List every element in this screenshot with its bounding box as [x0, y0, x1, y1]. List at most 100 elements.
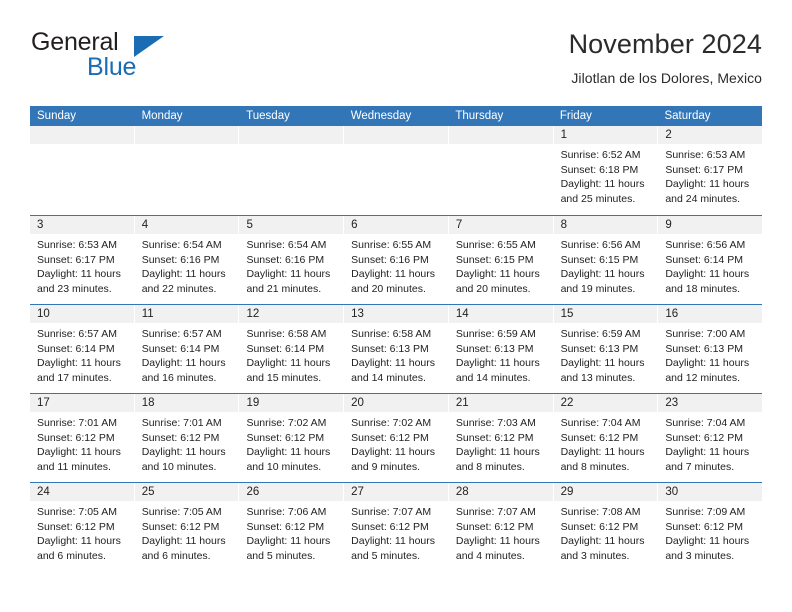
day-details: Sunrise: 6:55 AM Sunset: 6:15 PM Daylight:…: [449, 234, 553, 296]
calendar-day-cell[interactable]: 15 Sunrise: 6:59 AM Sunset: 6:13 PM Dayligh…: [553, 305, 659, 393]
calendar-day-cell[interactable]: 24 Sunrise: 7:05 AM Sunset: 6:12 PM Dayligh…: [30, 483, 135, 571]
calendar-day-cell[interactable]: 2 Sunrise: 6:53 AM Sunset: 6:17 PM Daylight…: [658, 126, 763, 215]
daylight-duration-line1: Daylight: 11 hours: [455, 357, 540, 370]
logo-triangle-icon: [134, 36, 164, 57]
daylight-duration-line1: Daylight: 11 hours: [560, 446, 645, 459]
daylight-duration-line1: Daylight: 11 hours: [665, 535, 750, 548]
day-details: Sunrise: 7:05 AM Sunset: 6:12 PM Daylight:…: [30, 501, 134, 563]
sunset-time: Sunset: 6:12 PM: [351, 431, 429, 444]
day-number: [344, 126, 448, 144]
sunrise-time: Sunrise: 7:00 AM: [665, 328, 746, 340]
sunset-time: Sunset: 6:16 PM: [351, 253, 429, 266]
calendar-day-cell[interactable]: 23 Sunrise: 7:04 AM Sunset: 6:12 PM Dayligh…: [658, 394, 763, 482]
calendar-day-cell[interactable]: 18 Sunrise: 7:01 AM Sunset: 6:12 PM Dayligh…: [134, 394, 240, 482]
daylight-duration-line1: Daylight: 11 hours: [665, 268, 750, 281]
sunset-time: Sunset: 6:15 PM: [455, 253, 534, 266]
logo-text-general: General: [31, 28, 119, 56]
daylight-duration-line1: Daylight: 11 hours: [351, 446, 436, 459]
calendar-day-cell[interactable]: 14 Sunrise: 6:59 AM Sunset: 6:13 PM Dayligh…: [448, 305, 554, 393]
sunrise-time: Sunrise: 7:03 AM: [455, 417, 536, 429]
sunset-time: Sunset: 6:13 PM: [665, 342, 743, 355]
calendar-day-cell[interactable]: 20 Sunrise: 7:02 AM Sunset: 6:12 PM Dayligh…: [344, 394, 449, 482]
daylight-duration-line1: Daylight: 11 hours: [455, 268, 540, 281]
day-number: 25: [134, 483, 239, 501]
calendar-day-cell[interactable]: 3 Sunrise: 6:53 AM Sunset: 6:17 PM Daylight…: [30, 216, 135, 304]
sunset-time: Sunset: 6:13 PM: [351, 342, 429, 355]
calendar-day-cell[interactable]: 17 Sunrise: 7:01 AM Sunset: 6:12 PM Dayligh…: [30, 394, 135, 482]
daylight-duration-line1: Daylight: 11 hours: [246, 268, 331, 281]
calendar-day-cell[interactable]: 11 Sunrise: 6:57 AM Sunset: 6:14 PM Dayligh…: [134, 305, 240, 393]
calendar-day-cell[interactable]: 29 Sunrise: 7:08 AM Sunset: 6:12 PM Dayligh…: [553, 483, 659, 571]
calendar-day-cell[interactable]: 21 Sunrise: 7:03 AM Sunset: 6:12 PM Dayligh…: [448, 394, 554, 482]
day-number: 12: [239, 305, 344, 323]
daylight-duration-line2: and 10 minutes.: [246, 460, 322, 473]
daylight-duration-line1: Daylight: 11 hours: [560, 357, 645, 370]
day-number: 27: [344, 483, 448, 501]
day-details: Sunrise: 6:59 AM Sunset: 6:13 PM Daylight:…: [449, 323, 553, 385]
daylight-duration-line2: and 8 minutes.: [455, 460, 525, 473]
calendar-day-cell[interactable]: 4 Sunrise: 6:54 AM Sunset: 6:16 PM Daylight…: [134, 216, 240, 304]
calendar-day-cell[interactable]: 27 Sunrise: 7:07 AM Sunset: 6:12 PM Dayligh…: [344, 483, 449, 571]
calendar-week-row: 3 Sunrise: 6:53 AM Sunset: 6:17 PM Daylight…: [30, 215, 763, 304]
calendar-day-cell[interactable]: 28 Sunrise: 7:07 AM Sunset: 6:12 PM Dayligh…: [448, 483, 554, 571]
daylight-duration-line2: and 14 minutes.: [351, 371, 426, 384]
calendar-day-cell[interactable]: 22 Sunrise: 7:04 AM Sunset: 6:12 PM Dayligh…: [553, 394, 659, 482]
day-details: Sunrise: 7:01 AM Sunset: 6:12 PM Daylight:…: [30, 412, 134, 474]
daylight-duration-line1: Daylight: 11 hours: [665, 446, 750, 459]
day-number: 6: [344, 216, 448, 234]
calendar-day-cell[interactable]: 13 Sunrise: 6:58 AM Sunset: 6:13 PM Dayligh…: [344, 305, 449, 393]
sunrise-time: Sunrise: 6:54 AM: [246, 239, 327, 251]
daylight-duration-line1: Daylight: 11 hours: [560, 268, 645, 281]
day-number: 8: [553, 216, 658, 234]
calendar-day-cell[interactable]: 25 Sunrise: 7:05 AM Sunset: 6:12 PM Dayligh…: [134, 483, 240, 571]
sunset-time: Sunset: 6:15 PM: [560, 253, 639, 266]
calendar-day-cell[interactable]: 10 Sunrise: 6:57 AM Sunset: 6:14 PM Dayligh…: [30, 305, 135, 393]
daylight-duration-line2: and 9 minutes.: [351, 460, 421, 473]
calendar-day-cell[interactable]: 16 Sunrise: 7:00 AM Sunset: 6:13 PM Dayligh…: [658, 305, 763, 393]
sunrise-time: Sunrise: 7:07 AM: [455, 506, 536, 518]
calendar-day-cell[interactable]: 19 Sunrise: 7:02 AM Sunset: 6:12 PM Dayligh…: [239, 394, 345, 482]
daylight-duration-line2: and 20 minutes.: [351, 282, 426, 295]
daylight-duration-line1: Daylight: 11 hours: [665, 357, 750, 370]
weekday-header-tuesday: Tuesday: [246, 110, 290, 122]
day-number: 16: [658, 305, 763, 323]
general-blue-logo[interactable]: General Blue: [30, 28, 270, 88]
calendar-day-cell[interactable]: 30 Sunrise: 7:09 AM Sunset: 6:12 PM Dayligh…: [658, 483, 763, 571]
calendar-day-cell[interactable]: 7 Sunrise: 6:55 AM Sunset: 6:15 PM Daylight…: [448, 216, 554, 304]
weekday-header-monday: Monday: [141, 110, 183, 122]
calendar-day-cell-empty: [30, 126, 135, 215]
sunset-time: Sunset: 6:12 PM: [455, 520, 534, 533]
calendar-week-row: 24 Sunrise: 7:05 AM Sunset: 6:12 PM Dayligh…: [30, 482, 763, 571]
daylight-duration-line1: Daylight: 11 hours: [37, 446, 121, 459]
daylight-duration-line2: and 22 minutes.: [141, 282, 217, 295]
page-header: General Blue November 2024 Jilotlan de l…: [30, 28, 762, 94]
daylight-duration-line2: and 11 minutes.: [37, 460, 111, 473]
day-details: Sunrise: 6:57 AM Sunset: 6:14 PM Daylight:…: [30, 323, 134, 385]
sunset-time: Sunset: 6:18 PM: [560, 163, 639, 176]
calendar-page: General Blue November 2024 Jilotlan de l…: [0, 0, 792, 612]
calendar-day-cell[interactable]: 9 Sunrise: 6:56 AM Sunset: 6:14 PM Daylight…: [658, 216, 763, 304]
logo-text-blue: Blue: [87, 53, 137, 81]
daylight-duration-line1: Daylight: 11 hours: [455, 446, 540, 459]
day-details: Sunrise: 7:08 AM Sunset: 6:12 PM Daylight:…: [554, 501, 658, 563]
calendar-day-cell[interactable]: 8 Sunrise: 6:56 AM Sunset: 6:15 PM Daylight…: [553, 216, 659, 304]
daylight-duration-line2: and 18 minutes.: [665, 282, 741, 295]
calendar-day-cell[interactable]: 5 Sunrise: 6:54 AM Sunset: 6:16 PM Daylight…: [239, 216, 345, 304]
sunrise-time: Sunrise: 6:52 AM: [560, 149, 641, 161]
calendar-day-cell[interactable]: 1 Sunrise: 6:52 AM Sunset: 6:18 PM Daylight…: [553, 126, 659, 215]
sunrise-time: Sunrise: 6:59 AM: [560, 328, 641, 340]
calendar-weeks: 1 Sunrise: 6:52 AM Sunset: 6:18 PM Daylight…: [30, 126, 763, 571]
calendar-day-cell[interactable]: 6 Sunrise: 6:55 AM Sunset: 6:16 PM Daylight…: [344, 216, 449, 304]
sunrise-time: Sunrise: 7:05 AM: [37, 506, 117, 518]
calendar-day-cell[interactable]: 12 Sunrise: 6:58 AM Sunset: 6:14 PM Dayligh…: [239, 305, 345, 393]
calendar-day-cell[interactable]: 26 Sunrise: 7:06 AM Sunset: 6:12 PM Dayligh…: [239, 483, 345, 571]
daylight-duration-line2: and 8 minutes.: [560, 460, 630, 473]
day-number: 9: [658, 216, 763, 234]
day-details: Sunrise: 7:05 AM Sunset: 6:12 PM Daylight:…: [135, 501, 239, 563]
page-subtitle-location: Jilotlan de los Dolores, Mexico: [571, 70, 762, 86]
day-number: 11: [134, 305, 239, 323]
daylight-duration-line2: and 24 minutes.: [665, 192, 741, 205]
daylight-duration-line1: Daylight: 11 hours: [665, 178, 750, 191]
sunrise-time: Sunrise: 7:08 AM: [560, 506, 641, 518]
sunrise-time: Sunrise: 7:01 AM: [37, 417, 117, 429]
